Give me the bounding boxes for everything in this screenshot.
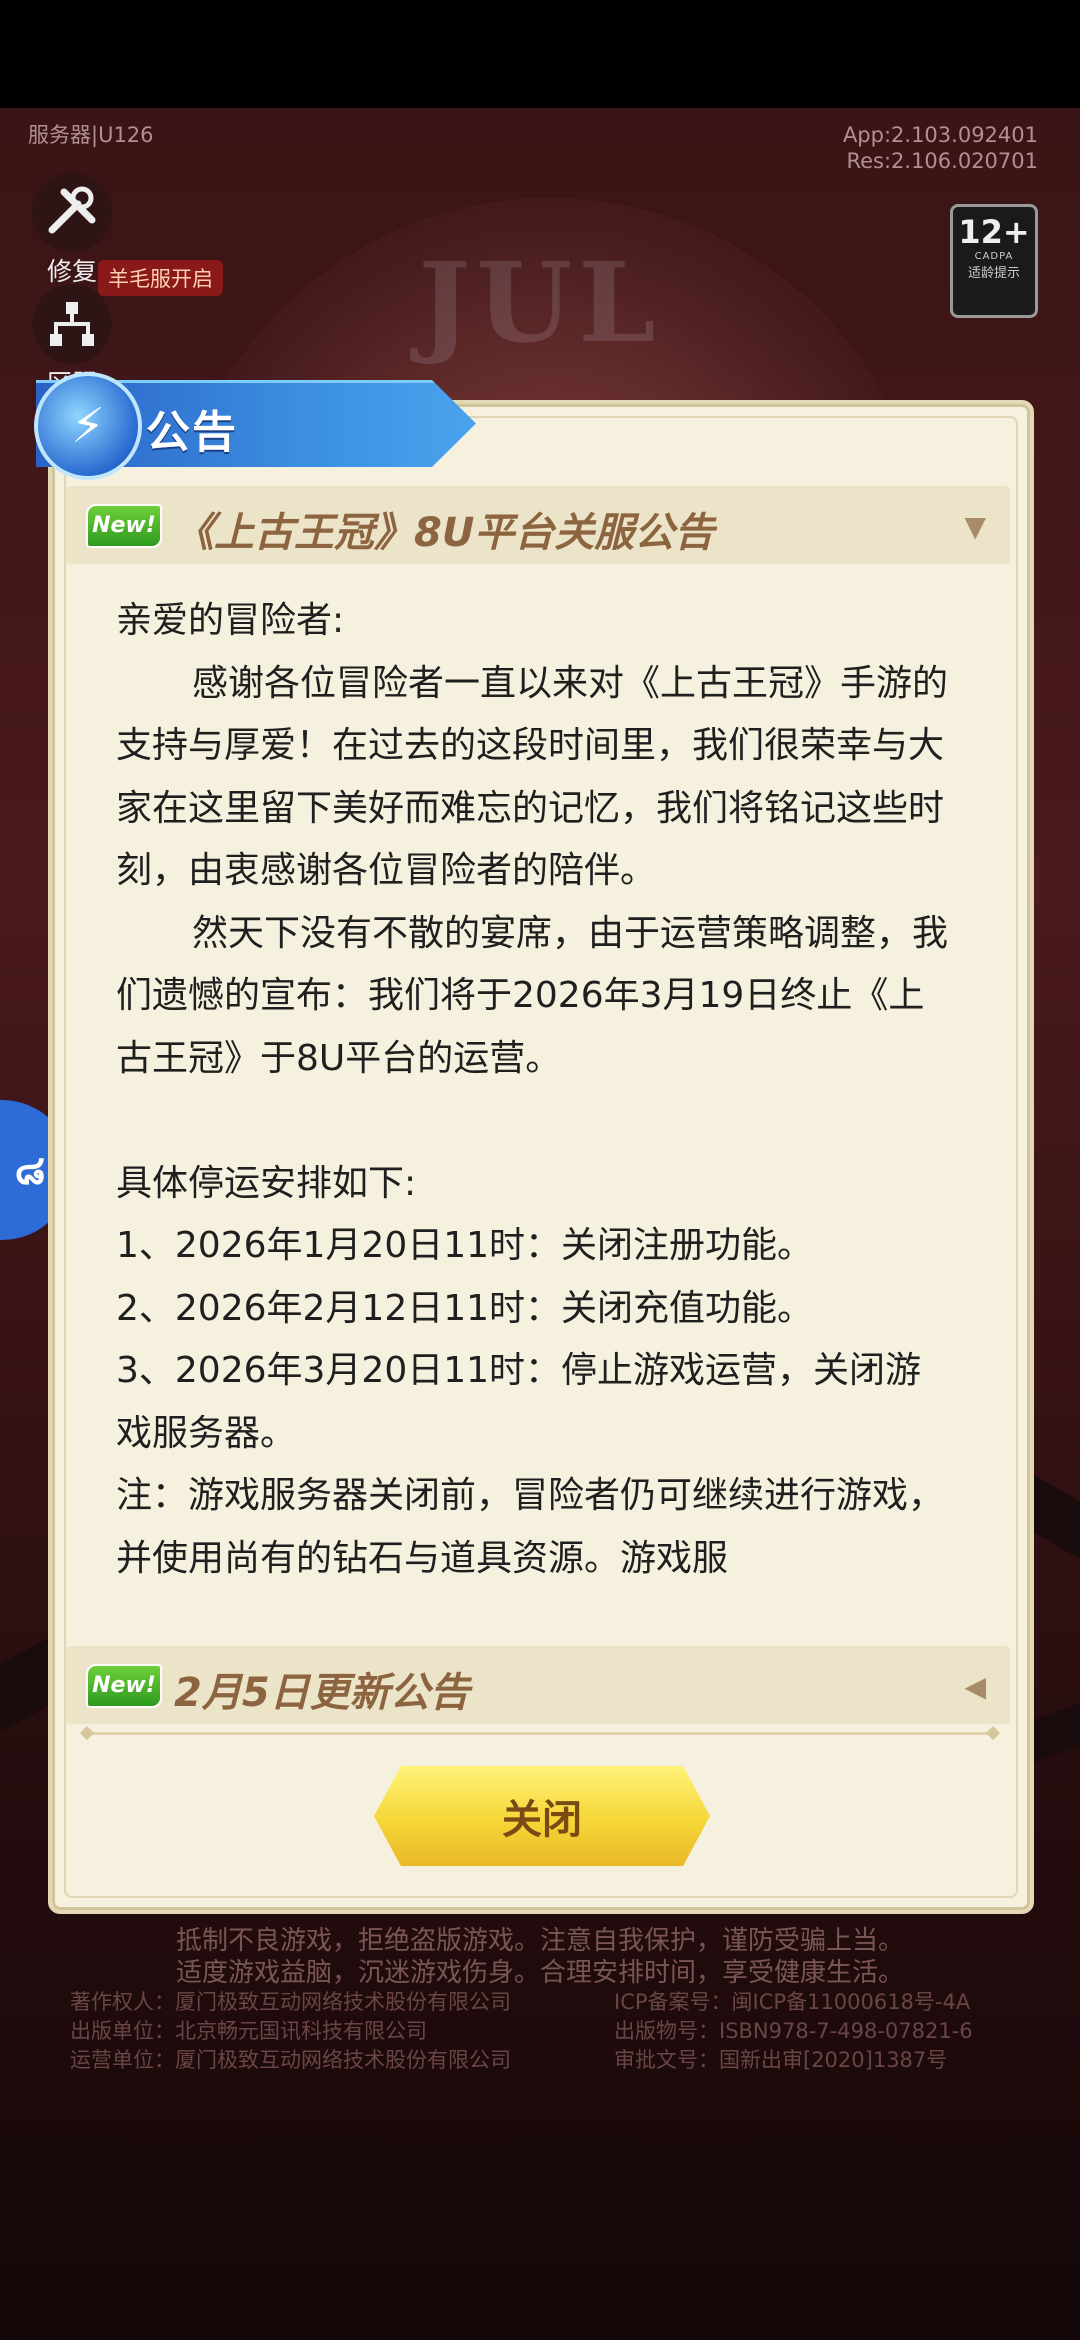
new-badge: New! xyxy=(86,1664,162,1708)
age-rating-badge: 12+ CADPA 适龄提示 xyxy=(950,204,1038,318)
close-button[interactable]: 关闭 xyxy=(374,1766,710,1866)
body-paragraph: 注：游戏服务器关闭前，冒险者仍可继续进行游戏，并使用尚有的钻石与道具资源。游戏服 xyxy=(116,1475,945,1579)
res-version: Res:2.106.020701 xyxy=(846,149,1038,173)
copyright-holder: 著作权人：厦门极致互动网络技术股份有限公司 xyxy=(70,1990,511,2014)
app-version: App:2.103.092401 xyxy=(842,123,1038,147)
announcement-title: 2月5日更新公告 xyxy=(174,1670,470,1716)
announcement-header-closure[interactable]: New! 《上古王冠》8U平台关服公告 ▼ xyxy=(66,486,1010,564)
icp-number: ICP备案号：闽ICP备11000618号-4A xyxy=(614,1990,971,2014)
body-paragraph: 具体停运安排如下: xyxy=(116,1162,417,1204)
network-icon xyxy=(32,284,112,364)
game-logo: JUL xyxy=(418,238,662,367)
wrench-icon xyxy=(32,172,112,252)
event-badge[interactable]: 羊毛服开启 xyxy=(98,260,223,296)
body-paragraph: 2、2026年2月12日11时：关闭充值功能。 xyxy=(116,1287,814,1329)
age-org: CADPA xyxy=(974,251,1014,262)
body-spacer xyxy=(116,1090,956,1153)
credits-left: 著作权人：厦门极致互动网络技术股份有限公司 出版单位：北京畅元国讯科技有限公司 … xyxy=(70,1988,511,2075)
version-info: App:2.103.092401 Res:2.106.020701 xyxy=(843,122,1038,174)
isbn-number: 出版物号：ISBN978-7-498-07821-6 xyxy=(614,2019,973,2043)
body-paragraph: 然天下没有不散的宴席，由于运营策略调整，我们遗憾的宣布：我们将于2026年3月1… xyxy=(116,912,949,1079)
body-paragraph: 1、2026年1月20日11时：关闭注册功能。 xyxy=(116,1225,814,1266)
body-paragraph: 感谢各位冒险者一直以来对《上古王冠》手游的支持与厚爱！在过去的这段时间里，我们很… xyxy=(116,662,949,892)
approval-number: 审批文号：国新出审[2020]1387号 xyxy=(614,2048,948,2072)
divider xyxy=(86,1732,992,1735)
lightning-icon: ⚡ xyxy=(34,372,142,480)
operator: 运营单位：厦门极致互动网络技术股份有限公司 xyxy=(70,2048,511,2072)
assistant-icon: ๘ xyxy=(14,1148,46,1194)
announcement-body[interactable]: 亲爱的冒险者: 感谢各位冒险者一直以来对《上古王冠》手游的支持与厚爱！在过去的这… xyxy=(116,590,956,1630)
new-badge: New! xyxy=(86,504,162,548)
status-bar xyxy=(0,0,1080,108)
health-notice-line2: 适度游戏益脑，沉迷游戏伤身。合理安排时间，享受健康生活。 xyxy=(175,1958,904,1988)
caret-down-icon: ▼ xyxy=(964,510,986,543)
publisher: 出版单位：北京畅元国讯科技有限公司 xyxy=(70,2019,427,2043)
age-rating: 12+ xyxy=(958,213,1030,251)
dialog-title: 公告 xyxy=(146,407,238,458)
credits-right: ICP备案号：闽ICP备11000618号-4A 出版物号：ISBN978-7-… xyxy=(614,1988,973,2075)
announcement-header-update[interactable]: New! 2月5日更新公告 ◀ xyxy=(66,1646,1010,1724)
announcement-title: 《上古王冠》8U平台关服公告 xyxy=(174,510,715,556)
caret-left-icon: ◀ xyxy=(964,1670,986,1703)
server-label: 服务器|U126 xyxy=(28,123,154,147)
body-paragraph: 3、2026年3月20日11时：停止游戏运营，关闭游戏服务器。 xyxy=(116,1350,922,1454)
age-tip: 适龄提示 xyxy=(967,266,1020,281)
body-paragraph: 亲爱的冒险者: xyxy=(116,600,345,641)
